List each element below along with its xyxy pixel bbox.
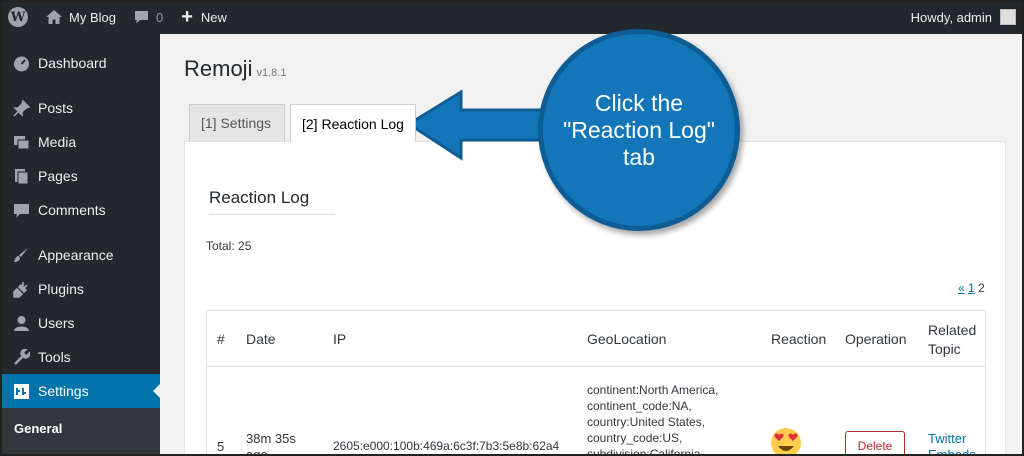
geo-line: subdivision:California,: [587, 447, 704, 456]
tab-settings[interactable]: [1] Settings: [189, 104, 285, 141]
sidebar-item-dashboard[interactable]: Dashboard: [0, 46, 160, 80]
brush-icon: [0, 247, 38, 264]
sidebar-item-pages[interactable]: Pages: [0, 159, 160, 193]
pin-icon: [0, 99, 38, 117]
callout-line: tab: [623, 143, 655, 170]
dashboard-icon: [0, 55, 38, 72]
callout-line: Click the: [594, 89, 684, 116]
sidebar-item-settings[interactable]: Settings: [0, 374, 161, 408]
sidebar-item-users[interactable]: Users: [0, 306, 160, 340]
sidebar-item-label: Pages: [38, 168, 78, 184]
header-ip: IP: [333, 331, 347, 347]
user-icon: [0, 315, 38, 332]
sidebar-item-label: Appearance: [38, 247, 114, 263]
sidebar-item-label: Tools: [38, 349, 71, 365]
pagination-page-2: 2: [978, 281, 985, 295]
pagination-prev-link[interactable]: «: [958, 281, 965, 295]
heart-eyes-emoji-icon: [771, 428, 801, 456]
sidebar-item-tools[interactable]: Tools: [0, 340, 160, 374]
header-reaction: Reaction: [771, 331, 827, 347]
plus-icon: +: [181, 6, 193, 28]
row-number: 5: [217, 439, 225, 454]
callout-bubble: Click the "Reaction Log" tab: [538, 29, 740, 231]
sidebar-item-comments[interactable]: Comments: [0, 193, 160, 227]
settings-submenu: General: [0, 408, 160, 456]
wordpress-logo-icon[interactable]: W: [0, 0, 36, 34]
geo-line: continent_code:NA,: [587, 399, 692, 413]
comment-icon: [0, 202, 38, 219]
header-date: Date: [246, 331, 276, 347]
header-operation: Operation: [845, 331, 907, 347]
comments-link[interactable]: 0: [116, 0, 163, 34]
media-icon: [0, 134, 38, 151]
row-ip: 2605:e000:100b:469a:6c3f:7b3:5e8b:62a4: [333, 439, 560, 453]
sidebar-item-label: Users: [38, 315, 75, 331]
row-date: 38m 35s ago: [246, 431, 296, 456]
sidebar-item-plugins[interactable]: Plugins: [0, 272, 160, 306]
geo-line: country:United States,: [587, 415, 706, 429]
sidebar-item-appearance[interactable]: Appearance: [0, 238, 160, 272]
plugin-version: v1.8.1: [256, 67, 287, 79]
section-title: Reaction Log: [209, 188, 335, 215]
comment-icon: [134, 11, 148, 24]
new-content-button[interactable]: + New: [163, 0, 227, 34]
submenu-item-general[interactable]: General: [14, 421, 62, 436]
admin-bar: W My Blog 0 + New Howdy, admin: [0, 0, 1024, 34]
comments-count: 0: [155, 9, 164, 25]
row-geolocation: continent:North America, continent_code:…: [587, 382, 747, 456]
sidebar-item-label: Comments: [38, 202, 106, 218]
related-topic-link[interactable]: Twitter Embeds: [928, 431, 985, 456]
header-number: #: [217, 331, 225, 347]
reaction-log-table: # Date IP GeoLocation Reaction Operation…: [206, 310, 986, 456]
sidebar-item-label: Posts: [38, 100, 74, 116]
page-title: Remoji v1.8.1: [184, 56, 286, 82]
callout-line: "Reaction Log": [563, 116, 715, 143]
account-menu[interactable]: Howdy, admin: [911, 0, 1016, 34]
plug-icon: [0, 281, 38, 298]
sidebar-item-label: Dashboard: [38, 55, 107, 71]
site-name-link[interactable]: My Blog: [36, 0, 116, 34]
sidebar-item-label: Settings: [38, 383, 89, 399]
new-label: New: [200, 9, 227, 25]
header-geolocation: GeoLocation: [587, 331, 667, 347]
sidebar-item-label: Media: [38, 134, 77, 150]
sidebar-item-media[interactable]: Media: [0, 125, 160, 159]
tab-reaction-log[interactable]: [2] Reaction Log: [290, 104, 416, 142]
pages-icon: [0, 168, 38, 185]
sidebar-item-posts[interactable]: Posts: [0, 91, 160, 125]
header-related-topic: Related Topic: [928, 322, 977, 357]
pagination: « 1 2: [958, 281, 985, 295]
admin-sidebar: Dashboard Posts Media Pages Comments App…: [0, 34, 161, 456]
sidebar-item-label: Plugins: [38, 281, 84, 297]
pagination-page-1[interactable]: 1: [968, 281, 975, 295]
plugin-name: Remoji: [184, 56, 253, 81]
avatar: [1000, 9, 1016, 25]
delete-button[interactable]: Delete: [845, 431, 905, 456]
settings-icon: [0, 383, 38, 400]
wrench-icon: [0, 348, 38, 366]
site-name-label: My Blog: [69, 9, 116, 25]
geo-line: continent:North America,: [587, 383, 719, 397]
total-count: Total: 25: [206, 239, 252, 253]
howdy-text: Howdy, admin: [910, 9, 992, 25]
home-icon: [46, 10, 62, 24]
geo-line: country_code:US,: [587, 431, 683, 445]
table-header: # Date IP GeoLocation Reaction Operation…: [207, 311, 985, 367]
